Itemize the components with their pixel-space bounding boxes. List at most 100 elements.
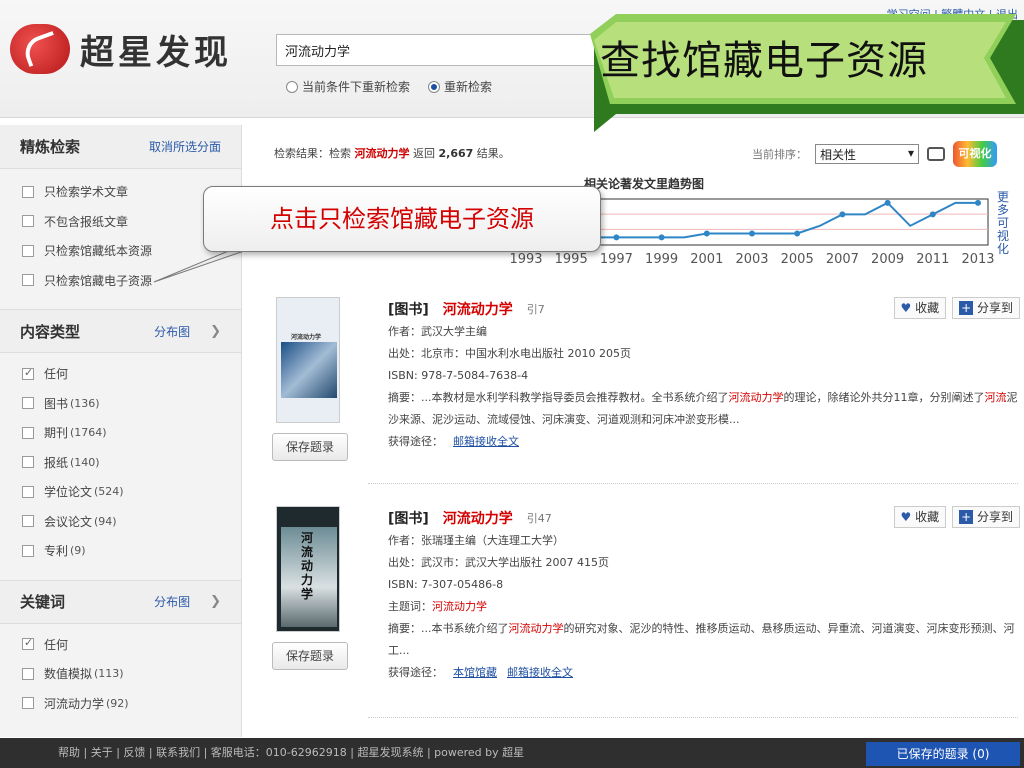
data-point xyxy=(749,230,755,237)
type-journals[interactable]: 期刊 (1764) xyxy=(0,418,241,448)
divider xyxy=(368,717,1018,718)
data-point xyxy=(929,211,936,218)
subject-line: 主题词：河流动力学 xyxy=(388,600,487,613)
plus-icon: + xyxy=(959,510,974,524)
result-title-link[interactable]: 河流动力学 xyxy=(443,508,513,528)
content-type-header: 内容类型 分布图 ❯ xyxy=(0,309,241,353)
save-record-button[interactable]: 保存题录 xyxy=(272,642,348,670)
checkbox[interactable] xyxy=(22,456,34,469)
email-fulltext-link[interactable]: 邮箱接收全文 xyxy=(507,666,573,679)
data-point xyxy=(658,234,665,241)
checkbox[interactable] xyxy=(22,515,34,528)
result-actions: ♥ 收藏 + 分享到 xyxy=(893,506,1020,528)
type-conference[interactable]: 会议论文 (94) xyxy=(0,507,241,537)
abstract: 摘要：...本书系统介绍了河流动力学的研究对象、泥沙的特性、推移质运动、悬移质运… xyxy=(388,622,1015,657)
result-actions: ♥ 收藏 + 分享到 xyxy=(893,297,1020,319)
collect-button[interactable]: ♥ 收藏 xyxy=(893,297,947,319)
checkbox[interactable] xyxy=(22,544,34,557)
book-cover[interactable]: 河流动力学 xyxy=(276,506,340,632)
more-visualization-link[interactable]: 更多可视化 xyxy=(996,191,1010,256)
data-point xyxy=(975,199,981,206)
sort-select[interactable]: 相关性 xyxy=(815,144,919,164)
print-icon[interactable] xyxy=(927,147,945,161)
checkbox[interactable] xyxy=(22,636,34,651)
plus-icon: + xyxy=(959,301,974,315)
access-line: 获得途径： 本馆馆藏 邮箱接收全文 xyxy=(388,666,573,679)
x-tick-label: 1995 xyxy=(555,252,588,267)
chevron-down-icon[interactable]: ❯ xyxy=(210,324,221,339)
type-theses[interactable]: 学位论文 (524) xyxy=(0,477,241,507)
share-button[interactable]: + 分享到 xyxy=(952,297,1020,319)
x-tick-label: 1997 xyxy=(600,252,633,267)
result-title-link[interactable]: 河流动力学 xyxy=(443,299,513,319)
type-any[interactable]: 任何 xyxy=(0,359,241,389)
keywords-chart-link[interactable]: 分布图 xyxy=(154,593,190,610)
chart-title: 相关论著发文里趋势图 xyxy=(584,177,705,191)
email-fulltext-link[interactable]: 邮箱接收全文 xyxy=(453,435,519,448)
type-books[interactable]: 图书 (136) xyxy=(0,389,241,419)
search-input[interactable]: 河流动力学 xyxy=(276,34,616,66)
refine-header: 精炼检索 取消所选分面 xyxy=(0,125,241,169)
type-patents[interactable]: 专利 (9) xyxy=(0,536,241,566)
heart-icon: ♥ xyxy=(900,301,916,315)
result-summary: 检索结果：检索 河流动力学 返回 2,667 结果。 xyxy=(274,147,510,160)
checkbox[interactable] xyxy=(22,485,34,498)
cover-image xyxy=(281,342,337,398)
keyword-river-dynamics[interactable]: 河流动力学 (92) xyxy=(0,689,241,719)
save-record-button[interactable]: 保存题录 xyxy=(272,433,348,461)
x-tick-label: 2005 xyxy=(781,252,814,267)
data-point xyxy=(613,234,620,241)
content-type-chart-link[interactable]: 分布图 xyxy=(154,323,190,340)
checkbox[interactable] xyxy=(22,397,34,410)
radio-icon xyxy=(428,80,441,93)
keyword-numerical-simulation[interactable]: 数值模拟 (113) xyxy=(0,659,241,689)
checkbox[interactable] xyxy=(22,244,34,257)
checkbox[interactable] xyxy=(22,426,34,439)
radio-icon xyxy=(286,80,298,93)
keyword-any[interactable]: 任何 xyxy=(0,630,241,660)
citation-count: 引7 xyxy=(526,303,545,316)
clear-facets-link[interactable]: 取消所选分面 xyxy=(149,138,221,155)
data-point xyxy=(794,230,801,237)
citation-count: 引47 xyxy=(526,512,552,525)
keywords-header: 关键词 分布图 ❯ xyxy=(0,579,241,624)
data-point xyxy=(703,230,710,237)
saved-records-button[interactable]: 已保存的题录 (0) xyxy=(866,742,1020,766)
data-point xyxy=(839,211,846,218)
banner-text: 查找馆藏电子资源 xyxy=(600,38,928,84)
access-line: 获得途径： 邮箱接收全文 xyxy=(388,435,519,448)
share-button[interactable]: + 分享到 xyxy=(952,506,1020,528)
checkbox[interactable] xyxy=(22,185,34,198)
result-info: [图书] 河流动力学 引7 作者：武汉大学主编 出处：北京市：中国水利水电出版社 2… xyxy=(388,297,1018,453)
heart-icon: ♥ xyxy=(900,510,916,524)
book-cover[interactable]: 河流动力学 xyxy=(276,297,340,423)
logo-icon xyxy=(10,24,70,74)
radio-new-search[interactable]: 重新检索 xyxy=(428,78,492,95)
x-tick-label: 2003 xyxy=(735,252,768,267)
callout-bubble: 点击只检索馆藏电子资源 xyxy=(203,186,601,252)
checkbox[interactable] xyxy=(22,697,34,710)
sort-bar: 当前排序： 相关性 可视化 xyxy=(752,141,997,167)
x-tick-label: 2011 xyxy=(916,252,949,267)
x-tick-label: 1993 xyxy=(509,252,542,267)
checkbox[interactable] xyxy=(22,366,34,380)
local-holdings-link[interactable]: 本馆馆藏 xyxy=(453,666,497,679)
radio-refine[interactable]: 当前条件下重新检索 xyxy=(286,78,410,95)
result-info: [图书] 河流动力学 引47 作者：张瑞瑾主编（大连理工大学） 出处：武汉市：武汉大… xyxy=(388,506,1018,684)
x-tick-label: 1999 xyxy=(645,252,678,267)
data-point xyxy=(884,199,891,206)
x-tick-label: 2007 xyxy=(826,252,859,267)
visualize-button[interactable]: 可视化 xyxy=(953,141,997,167)
checkbox[interactable] xyxy=(22,667,34,680)
x-tick-label: 2013 xyxy=(961,252,994,267)
chevron-down-icon[interactable]: ❯ xyxy=(210,594,221,609)
logo[interactable]: 超星发现 xyxy=(10,24,232,74)
search-mode: 当前条件下重新检索 重新检索 xyxy=(286,78,492,95)
logo-text: 超星发现 xyxy=(80,32,232,73)
x-tick-label: 2009 xyxy=(871,252,904,267)
collect-button[interactable]: ♥ 收藏 xyxy=(893,506,947,528)
checkbox[interactable] xyxy=(22,215,34,228)
type-newspapers[interactable]: 报纸 (140) xyxy=(0,448,241,478)
checkbox[interactable] xyxy=(22,274,34,287)
x-tick-label: 2001 xyxy=(690,252,723,267)
